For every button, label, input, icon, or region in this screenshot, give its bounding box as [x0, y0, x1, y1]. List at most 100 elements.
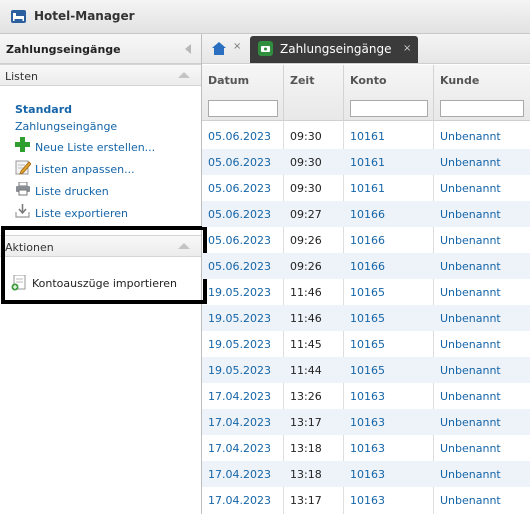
action-print-list[interactable]: Liste drucken [35, 185, 109, 198]
cell-zeit: 13:18 [290, 468, 322, 481]
section-header-aktionen[interactable]: Aktionen [0, 235, 201, 257]
cell-konto[interactable]: 10165 [350, 286, 385, 299]
printer-icon [16, 182, 30, 196]
table-row[interactable]: 05.06.2023 09:26 10166 Unbenannt [202, 253, 530, 279]
import-icon [11, 275, 26, 291]
table-row[interactable]: 19.05.2023 11:46 10165 Unbenannt [202, 279, 530, 305]
cell-datum[interactable]: 19.05.2023 [208, 312, 271, 325]
cell-konto[interactable]: 10165 [350, 312, 385, 325]
payment-icon [258, 41, 273, 56]
cell-zeit: 13:17 [290, 416, 322, 429]
cell-datum[interactable]: 19.05.2023 [208, 286, 271, 299]
cell-zeit: 13:26 [290, 390, 322, 403]
cell-konto[interactable]: 10165 [350, 338, 385, 351]
table-row[interactable]: 17.04.2023 13:26 10163 Unbenannt [202, 383, 530, 409]
cell-datum[interactable]: 17.04.2023 [208, 442, 271, 455]
cell-datum[interactable]: 17.04.2023 [208, 468, 271, 481]
cell-datum[interactable]: 05.06.2023 [208, 208, 271, 221]
cell-datum[interactable]: 05.06.2023 [208, 182, 271, 195]
cell-konto[interactable]: 10161 [350, 130, 385, 143]
cell-kunde[interactable]: Unbenannt [440, 260, 501, 273]
filter-datum-input[interactable] [208, 100, 278, 117]
cell-kunde[interactable]: Unbenannt [440, 494, 501, 507]
cell-konto[interactable]: 10166 [350, 260, 385, 273]
cell-konto[interactable]: 10163 [350, 390, 385, 403]
tab-home-close[interactable]: × [233, 41, 241, 52]
section-header-listen[interactable]: Listen [0, 64, 201, 86]
cell-datum[interactable]: 05.06.2023 [208, 130, 271, 143]
column-label: Datum [208, 74, 250, 87]
tab-close[interactable]: × [403, 43, 411, 54]
table-row[interactable]: 05.06.2023 09:30 10161 Unbenannt [202, 149, 530, 175]
table-row[interactable]: 05.06.2023 09:27 10166 Unbenannt [202, 201, 530, 227]
cell-datum[interactable]: 05.06.2023 [208, 260, 271, 273]
cell-zeit: 13:17 [290, 494, 322, 507]
collapse-up-icon[interactable] [178, 72, 190, 78]
table-row[interactable]: 17.04.2023 13:18 10163 Unbenannt [202, 461, 530, 487]
tab-label: Zahlungseingänge [280, 42, 392, 56]
table-row[interactable]: 17.04.2023 13:17 10163 Unbenannt [202, 409, 530, 435]
cell-kunde[interactable]: Unbenannt [440, 234, 501, 247]
cell-kunde[interactable]: Unbenannt [440, 338, 501, 351]
cell-datum[interactable]: 17.04.2023 [208, 416, 271, 429]
table-row[interactable]: 05.06.2023 09:30 10161 Unbenannt [202, 123, 530, 149]
list-standard-link[interactable]: Standard [15, 103, 72, 116]
action-export-list[interactable]: Liste exportieren [35, 207, 128, 220]
action-new-list[interactable]: Neue Liste erstellen... [35, 141, 155, 154]
collapse-left-icon[interactable] [185, 44, 191, 54]
table-row[interactable]: 19.05.2023 11:44 10165 Unbenannt [202, 357, 530, 383]
filter-kunde-input[interactable] [440, 100, 524, 117]
cell-datum[interactable]: 19.05.2023 [208, 338, 271, 351]
sidebar-header: Zahlungseingänge [0, 34, 201, 64]
cell-kunde[interactable]: Unbenannt [440, 390, 501, 403]
cell-konto[interactable]: 10163 [350, 442, 385, 455]
table-row[interactable]: 17.04.2023 13:17 10163 Unbenannt [202, 487, 530, 513]
cell-konto[interactable]: 10166 [350, 208, 385, 221]
cell-zeit: 11:46 [290, 286, 322, 299]
cell-kunde[interactable]: Unbenannt [440, 182, 501, 195]
cell-kunde[interactable]: Unbenannt [440, 416, 501, 429]
table-row[interactable]: 05.06.2023 09:30 10161 Unbenannt [202, 175, 530, 201]
cell-zeit: 09:30 [290, 156, 322, 169]
list-current-link[interactable]: Zahlungseingänge [15, 120, 117, 133]
cell-konto[interactable]: 10165 [350, 364, 385, 377]
cell-konto[interactable]: 10163 [350, 468, 385, 481]
export-icon [15, 204, 30, 218]
cell-kunde[interactable]: Unbenannt [440, 312, 501, 325]
tab-home[interactable]: × [208, 38, 246, 60]
filter-konto-input[interactable] [350, 100, 428, 117]
cell-konto[interactable]: 10163 [350, 416, 385, 429]
cell-konto[interactable]: 10163 [350, 494, 385, 507]
cell-kunde[interactable]: Unbenannt [440, 130, 501, 143]
column-header-konto[interactable]: Konto [344, 65, 434, 121]
column-header-zeit[interactable]: Zeit [284, 65, 344, 121]
table-row[interactable]: 19.05.2023 11:45 10165 Unbenannt [202, 331, 530, 357]
cell-kunde[interactable]: Unbenannt [440, 286, 501, 299]
cell-datum[interactable]: 17.04.2023 [208, 494, 271, 507]
cell-konto[interactable]: 10166 [350, 234, 385, 247]
cell-kunde[interactable]: Unbenannt [440, 442, 501, 455]
cell-kunde[interactable]: Unbenannt [440, 468, 501, 481]
action-customize-lists[interactable]: Listen anpassen... [35, 163, 135, 176]
cell-kunde[interactable]: Unbenannt [440, 364, 501, 377]
column-header-kunde[interactable]: Kunde [434, 65, 530, 121]
cell-datum[interactable]: 05.06.2023 [208, 156, 271, 169]
action-import-statements[interactable]: Kontoauszüge importieren [32, 277, 177, 290]
table-row[interactable]: 17.04.2023 13:18 10163 Unbenannt [202, 435, 530, 461]
column-header-datum[interactable]: Datum [202, 65, 284, 121]
cell-zeit: 09:27 [290, 208, 322, 221]
plus-icon [15, 137, 30, 152]
table-row[interactable]: 05.06.2023 09:26 10166 Unbenannt [202, 227, 530, 253]
collapse-up-icon[interactable] [178, 243, 190, 249]
cell-konto[interactable]: 10161 [350, 182, 385, 195]
cell-zeit: 09:26 [290, 260, 322, 273]
cell-kunde[interactable]: Unbenannt [440, 208, 501, 221]
table-row[interactable]: 19.05.2023 11:46 10165 Unbenannt [202, 305, 530, 331]
cell-konto[interactable]: 10161 [350, 156, 385, 169]
cell-datum[interactable]: 17.04.2023 [208, 390, 271, 403]
cell-datum[interactable]: 19.05.2023 [208, 364, 271, 377]
cell-datum[interactable]: 05.06.2023 [208, 234, 271, 247]
cell-kunde[interactable]: Unbenannt [440, 156, 501, 169]
column-label: Kunde [440, 74, 480, 87]
tab-zahlungseingaenge[interactable]: Zahlungseingänge × [250, 36, 418, 63]
